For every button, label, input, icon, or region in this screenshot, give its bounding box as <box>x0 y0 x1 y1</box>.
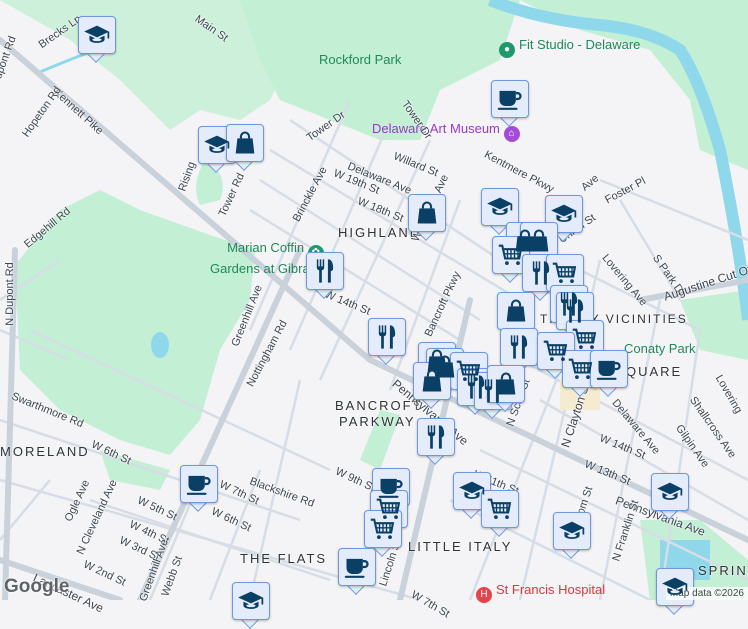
marker-box <box>232 582 270 620</box>
coffee-marker[interactable] <box>338 548 378 595</box>
hood-little-italy: LITTLE ITALY <box>408 539 513 554</box>
cart-icon <box>542 337 570 365</box>
poi-rockford-park[interactable]: Rockford Park <box>319 52 401 67</box>
school-icon <box>237 587 265 615</box>
school-marker[interactable] <box>553 512 593 559</box>
school-icon <box>661 573 689 601</box>
marker-box <box>408 194 446 232</box>
shopping-marker[interactable] <box>408 194 448 241</box>
cart-icon <box>497 241 525 269</box>
marker-box <box>413 362 451 400</box>
marker-box <box>520 222 558 260</box>
school-icon <box>203 131 231 159</box>
pin-icon: ● <box>499 42 515 58</box>
hospital-icon: H <box>476 587 492 603</box>
coffee-marker[interactable] <box>180 465 220 512</box>
marker-box <box>481 490 519 528</box>
school-icon <box>458 477 486 505</box>
marker-box <box>78 16 116 54</box>
cart-icon <box>567 355 595 383</box>
marker-box <box>492 236 530 274</box>
school-marker[interactable] <box>232 582 272 629</box>
school-marker[interactable] <box>78 16 118 63</box>
cart-marker[interactable] <box>481 490 521 537</box>
hood-moreland: MORELAND <box>0 444 90 459</box>
cart-icon <box>486 495 514 523</box>
poi-label: Marian Coffin <box>227 240 305 255</box>
cart-icon <box>551 259 579 287</box>
hood-quare: QUARE <box>626 364 683 379</box>
food-marker[interactable] <box>417 418 457 465</box>
food-icon <box>373 323 401 351</box>
shopping-icon <box>418 367 446 395</box>
marker-box <box>487 365 525 403</box>
pond <box>151 332 169 358</box>
poi-label: St Francis Hospital <box>496 582 606 597</box>
coffee-icon <box>496 85 524 113</box>
coffee-marker[interactable] <box>590 350 630 397</box>
marker-box <box>338 548 376 586</box>
marker-box <box>500 328 538 366</box>
coffee-icon <box>185 470 213 498</box>
marker-box <box>497 292 535 330</box>
marker-box <box>566 320 604 358</box>
hood-parkway: PARKWAY <box>339 414 416 429</box>
marker-box <box>180 465 218 503</box>
cart-icon <box>369 515 397 543</box>
school-marker[interactable] <box>651 473 691 520</box>
school-icon <box>486 193 514 221</box>
shopping-icon <box>413 199 441 227</box>
street-label: N Dupont Rd <box>4 262 16 326</box>
school-icon <box>656 478 684 506</box>
marker-box <box>226 124 264 162</box>
school-icon <box>550 200 578 228</box>
coffee-marker[interactable] <box>491 80 531 127</box>
food-icon <box>311 257 339 285</box>
coffee-icon <box>595 355 623 383</box>
marker-box <box>364 510 402 548</box>
poi-label: Delaware Art Museum <box>372 121 500 136</box>
marker-box <box>481 188 519 226</box>
marker-box <box>306 252 344 290</box>
cart-icon <box>571 325 599 353</box>
marker-box <box>417 418 455 456</box>
food-icon <box>561 297 589 325</box>
museum-icon: ⌂ <box>503 126 520 142</box>
shopping-icon <box>525 227 553 255</box>
google-logo: Google <box>4 576 70 597</box>
coffee-icon <box>343 553 371 581</box>
marker-box <box>368 318 406 356</box>
poi-fit-studio[interactable]: ● Fit Studio - Delaware <box>499 37 640 58</box>
food-marker[interactable] <box>306 252 346 299</box>
shopping-marker[interactable] <box>226 124 266 171</box>
marker-box <box>491 80 529 118</box>
food-icon <box>505 333 533 361</box>
shopping-icon <box>492 370 520 398</box>
poi-conaty-park[interactable]: Conaty Park <box>624 341 696 356</box>
hood-spring: SPRING <box>698 563 748 578</box>
marker-box <box>656 568 694 606</box>
marker-box <box>553 512 591 550</box>
hood-the-flats: THE FLATS <box>240 551 328 566</box>
school-icon <box>558 517 586 545</box>
food-icon <box>422 423 450 451</box>
poi-label: Fit Studio - Delaware <box>519 37 641 52</box>
marker-box <box>651 473 689 511</box>
food-marker[interactable] <box>368 318 408 365</box>
marker-box <box>546 254 584 292</box>
school-icon <box>83 21 111 49</box>
marker-box <box>590 350 628 388</box>
shopping-icon <box>502 297 530 325</box>
shopping-icon <box>231 129 259 157</box>
